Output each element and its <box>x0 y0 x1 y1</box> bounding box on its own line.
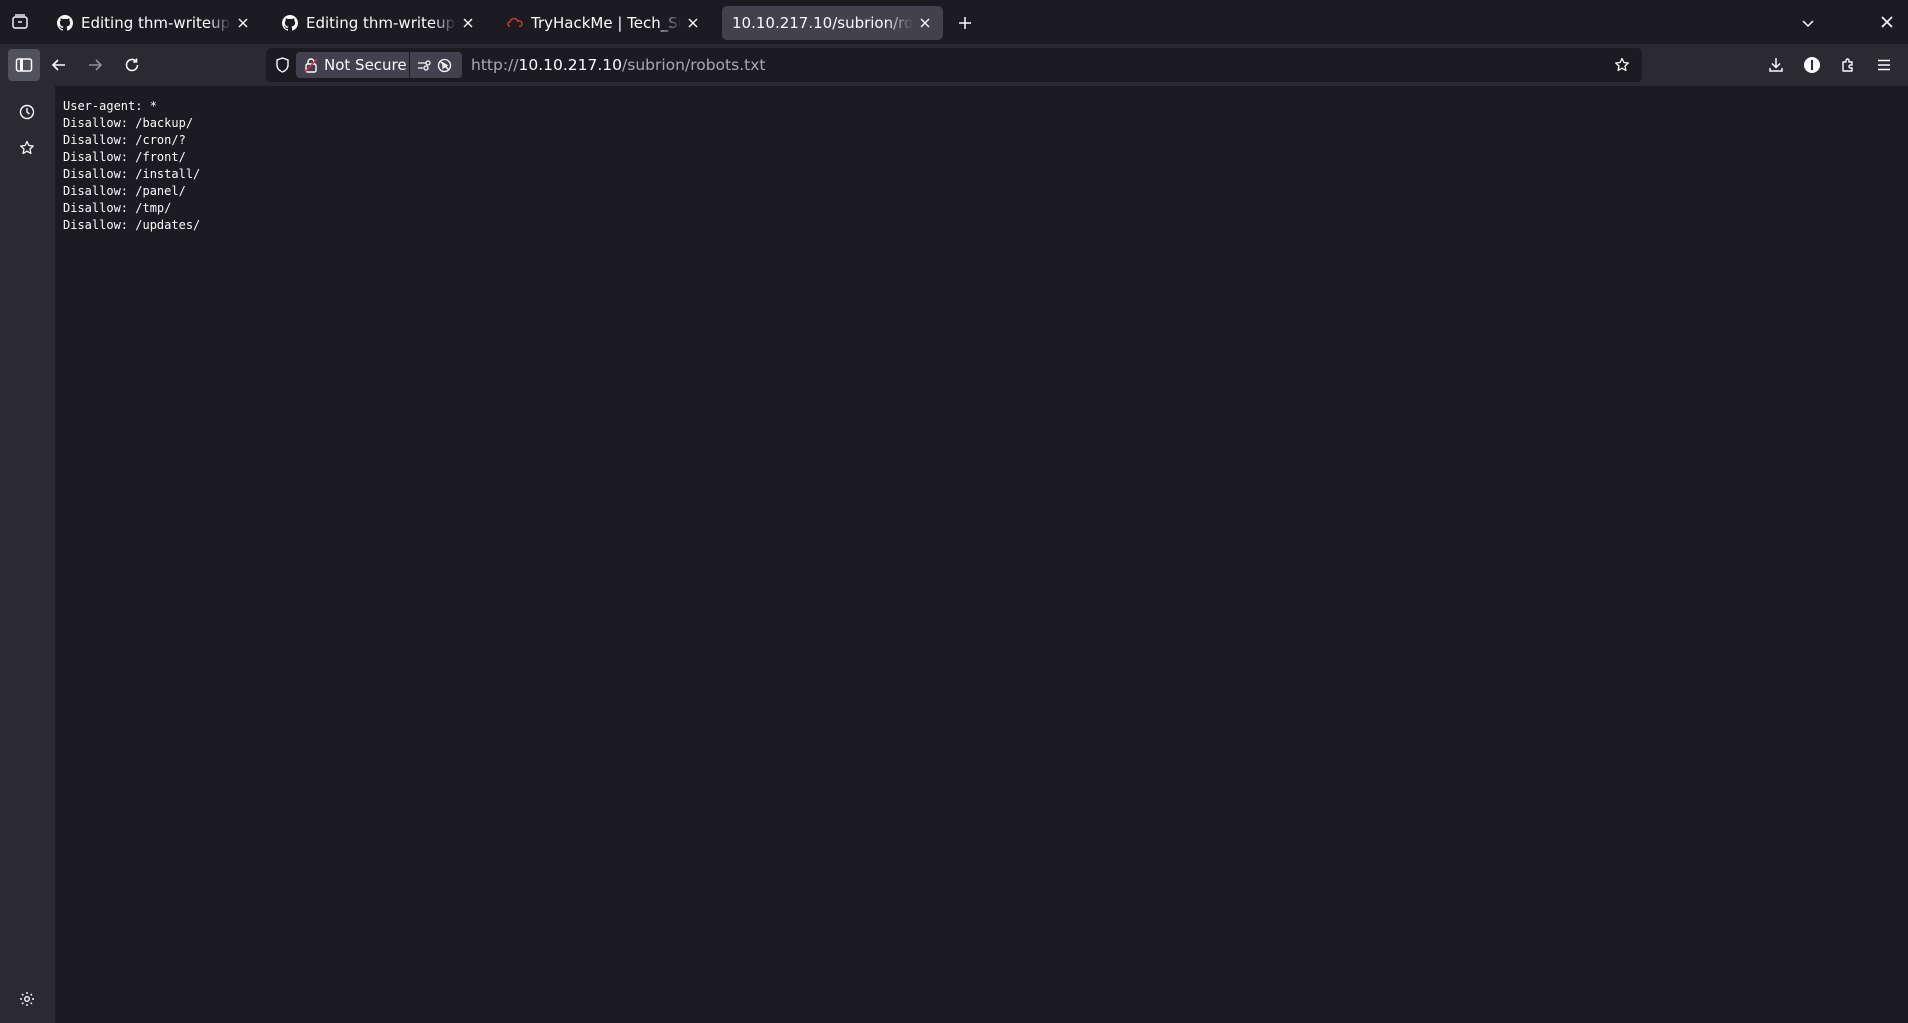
robots-line: User-agent: * <box>63 99 157 113</box>
tab-title: Editing thm-writeups/writeups <box>306 14 456 32</box>
app-menu-icon[interactable] <box>1872 53 1896 77</box>
tab-2[interactable]: Editing thm-writeups/writeups <box>271 6 486 40</box>
close-icon[interactable] <box>685 15 701 31</box>
github-icon <box>281 14 299 32</box>
url-host: 10.10.217.10 <box>518 56 623 74</box>
window-close-icon[interactable] <box>1876 11 1898 33</box>
close-icon[interactable] <box>460 15 476 31</box>
customize-sidebar-gear-icon[interactable] <box>15 987 39 1011</box>
robots-line: Disallow: /updates/ <box>63 218 201 232</box>
url-bar[interactable]: Not Secure http://10.10.217.10/subrion/r… <box>266 48 1642 82</box>
reload-icon[interactable] <box>120 53 144 77</box>
robots-line: Disallow: /install/ <box>63 167 201 181</box>
tab-title: TryHackMe | Tech_Supp0rt: 1 <box>531 14 681 32</box>
tab-title: Editing thm-writeups/writeups <box>81 14 231 32</box>
sidebar-toggle-icon[interactable] <box>8 49 40 81</box>
permissions-icon[interactable] <box>416 57 432 73</box>
tab-1[interactable]: Editing thm-writeups/writeups <box>46 6 261 40</box>
tab-title: 10.10.217.10/subrion/robots.txt <box>732 14 913 32</box>
list-all-tabs-icon[interactable] <box>1797 12 1819 34</box>
robots-line: Disallow: /tmp/ <box>63 201 172 215</box>
new-tab-icon[interactable] <box>954 12 976 34</box>
page-content: User-agent: * Disallow: /backup/ Disallo… <box>56 86 1908 1023</box>
sidebar <box>0 86 55 1023</box>
url-scheme: http:// <box>471 56 519 74</box>
url-text[interactable]: http://10.10.217.10/subrion/robots.txt <box>471 48 765 82</box>
tab-4-active[interactable]: 10.10.217.10/subrion/robots.txt <box>722 6 943 40</box>
tab-bar: Editing thm-writeups/writeups Editing th… <box>0 0 1908 44</box>
robots-line: Disallow: /cron/? <box>63 133 186 147</box>
tryhackme-icon <box>506 14 524 32</box>
history-icon[interactable] <box>15 100 39 124</box>
tab-3[interactable]: TryHackMe | Tech_Supp0rt: 1 <box>496 6 711 40</box>
downloads-icon[interactable] <box>1764 53 1788 77</box>
autoplay-blocked-icon[interactable] <box>436 57 452 73</box>
bookmark-star-icon[interactable] <box>1612 55 1632 75</box>
forward-icon[interactable] <box>83 53 107 77</box>
github-icon <box>56 14 74 32</box>
url-path: /subrion/robots.txt <box>622 56 766 74</box>
robots-line: Disallow: /backup/ <box>63 116 194 130</box>
insecure-lock-icon <box>302 56 320 74</box>
permissions-area[interactable] <box>410 52 462 78</box>
close-icon[interactable] <box>917 15 933 31</box>
robots-line: Disallow: /front/ <box>63 150 186 164</box>
tracking-protection-shield-icon[interactable] <box>272 55 292 75</box>
not-secure-label: Not Secure <box>324 56 407 74</box>
robots-line: Disallow: /panel/ <box>63 184 186 198</box>
tab-groups-icon[interactable] <box>10 12 30 32</box>
password-manager-icon[interactable] <box>1800 53 1824 77</box>
bookmarks-icon[interactable] <box>15 136 39 160</box>
navigation-toolbar: Not Secure http://10.10.217.10/subrion/r… <box>0 44 1908 86</box>
back-icon[interactable] <box>47 53 71 77</box>
not-secure-indicator[interactable]: Not Secure <box>296 52 409 78</box>
close-icon[interactable] <box>235 15 251 31</box>
robots-txt-text: User-agent: * Disallow: /backup/ Disallo… <box>63 98 200 234</box>
extensions-icon[interactable] <box>1836 53 1860 77</box>
